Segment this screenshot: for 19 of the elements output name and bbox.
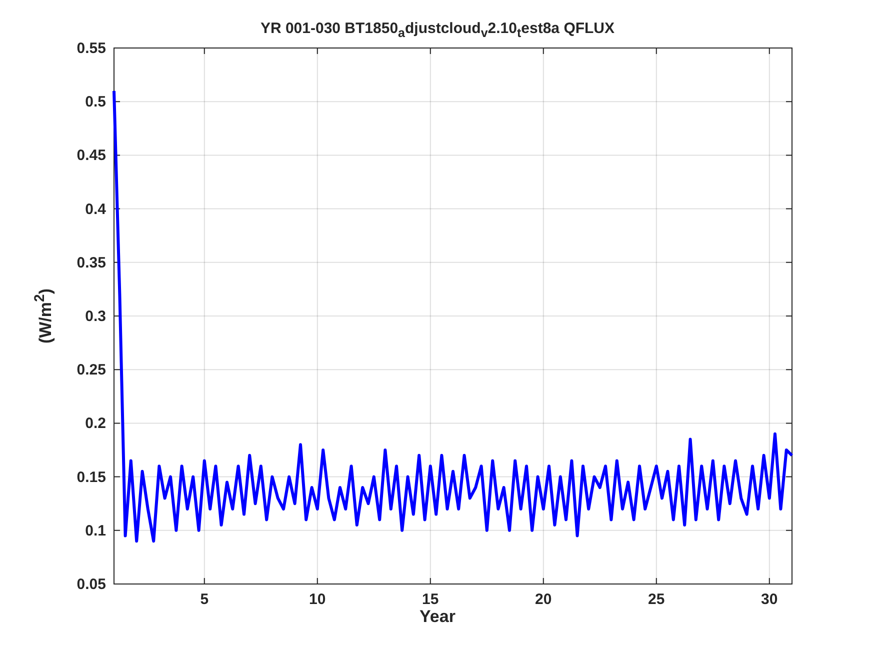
x-axis-label: Year	[420, 607, 456, 627]
y-tick-label: 0.35	[76, 254, 106, 272]
y-tick-label: 0.2	[85, 415, 106, 432]
x-tick-label: 15	[422, 591, 439, 608]
x-tick-label: 20	[535, 591, 552, 608]
y-tick-label: 0.15	[76, 468, 106, 486]
x-tick-label: 5	[200, 591, 209, 608]
x-tick-label: 10	[309, 591, 326, 608]
x-tick-label: 30	[761, 591, 778, 608]
y-tick-label: 0.25	[76, 362, 106, 379]
y-tick-label: 0.45	[76, 147, 106, 164]
y-tick-label: 0.4	[85, 200, 106, 218]
y-tick-label: 0.5	[85, 94, 106, 111]
y-tick-label: 0.55	[76, 40, 106, 57]
x-tick-label: 25	[648, 591, 665, 608]
chart-title: YR 001-030 BT1850$_{a}$djustcloud$_{v}$2.10$_{t}$est8a QFLUX	[260, 20, 615, 40]
y-tick-label: 0.05	[76, 576, 106, 593]
y-tick-label: 0.3	[85, 308, 106, 325]
y-tick-label: 0.1	[85, 522, 106, 540]
